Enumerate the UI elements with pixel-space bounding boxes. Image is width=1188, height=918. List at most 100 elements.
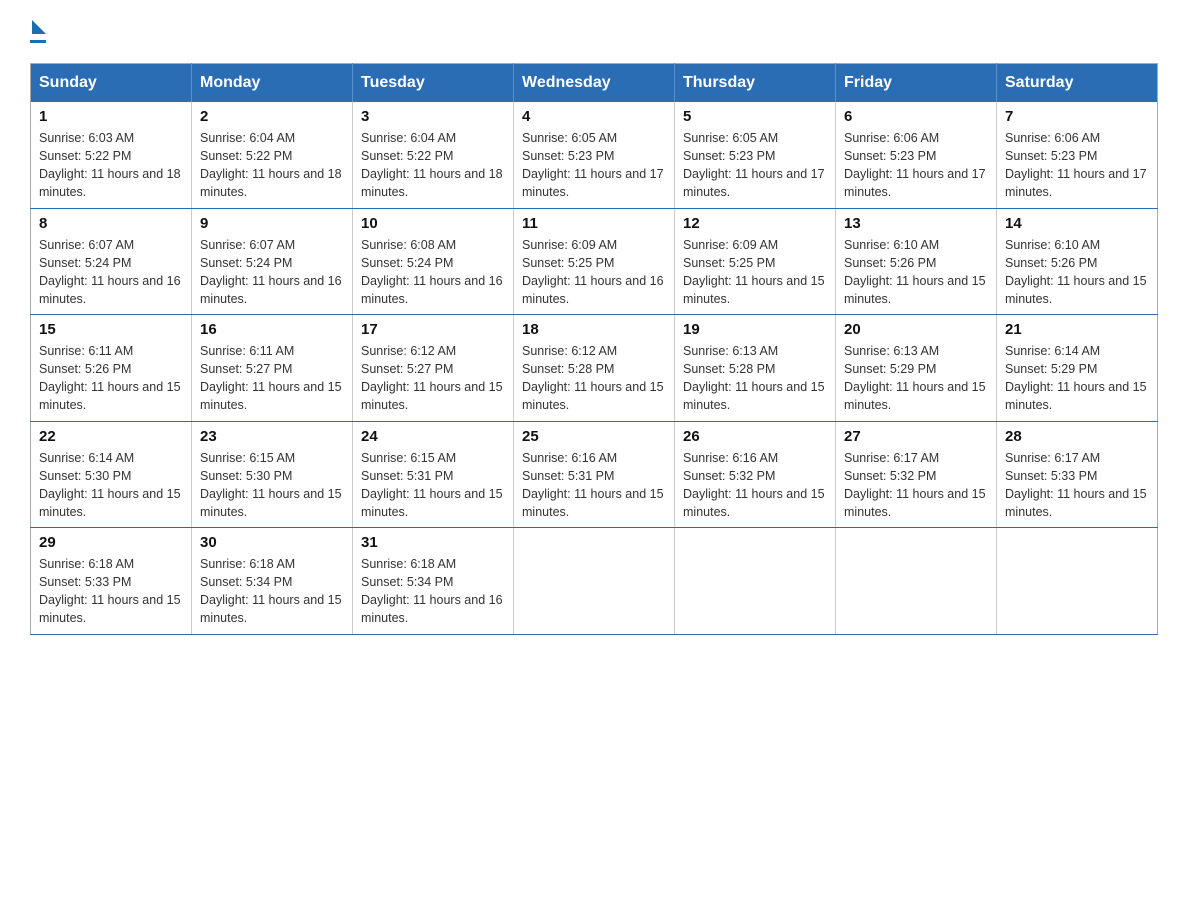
weekday-header-thursday: Thursday bbox=[675, 64, 836, 103]
calendar-table: SundayMondayTuesdayWednesdayThursdayFrid… bbox=[30, 63, 1158, 635]
day-number: 15 bbox=[39, 321, 183, 338]
day-info: Sunrise: 6:10 AMSunset: 5:26 PMDaylight:… bbox=[1005, 236, 1149, 309]
weekday-header-friday: Friday bbox=[836, 64, 997, 103]
day-info: Sunrise: 6:14 AMSunset: 5:30 PMDaylight:… bbox=[39, 449, 183, 522]
day-number: 23 bbox=[200, 428, 344, 445]
calendar-week-1: 1 Sunrise: 6:03 AMSunset: 5:22 PMDayligh… bbox=[31, 102, 1158, 208]
calendar-cell bbox=[997, 528, 1158, 635]
calendar-cell: 8 Sunrise: 6:07 AMSunset: 5:24 PMDayligh… bbox=[31, 208, 192, 315]
day-number: 8 bbox=[39, 215, 183, 232]
day-info: Sunrise: 6:07 AMSunset: 5:24 PMDaylight:… bbox=[39, 236, 183, 309]
day-info: Sunrise: 6:12 AMSunset: 5:27 PMDaylight:… bbox=[361, 342, 505, 415]
day-info: Sunrise: 6:04 AMSunset: 5:22 PMDaylight:… bbox=[361, 129, 505, 202]
calendar-cell: 9 Sunrise: 6:07 AMSunset: 5:24 PMDayligh… bbox=[192, 208, 353, 315]
day-number: 17 bbox=[361, 321, 505, 338]
page-header bbox=[30, 20, 1158, 43]
day-info: Sunrise: 6:12 AMSunset: 5:28 PMDaylight:… bbox=[522, 342, 666, 415]
day-info: Sunrise: 6:18 AMSunset: 5:34 PMDaylight:… bbox=[361, 555, 505, 628]
calendar-cell: 29 Sunrise: 6:18 AMSunset: 5:33 PMDaylig… bbox=[31, 528, 192, 635]
day-info: Sunrise: 6:05 AMSunset: 5:23 PMDaylight:… bbox=[683, 129, 827, 202]
day-info: Sunrise: 6:14 AMSunset: 5:29 PMDaylight:… bbox=[1005, 342, 1149, 415]
day-number: 1 bbox=[39, 108, 183, 125]
day-info: Sunrise: 6:17 AMSunset: 5:32 PMDaylight:… bbox=[844, 449, 988, 522]
day-number: 13 bbox=[844, 215, 988, 232]
calendar-cell: 22 Sunrise: 6:14 AMSunset: 5:30 PMDaylig… bbox=[31, 421, 192, 528]
calendar-week-3: 15 Sunrise: 6:11 AMSunset: 5:26 PMDaylig… bbox=[31, 315, 1158, 422]
day-number: 2 bbox=[200, 108, 344, 125]
day-info: Sunrise: 6:03 AMSunset: 5:22 PMDaylight:… bbox=[39, 129, 183, 202]
day-info: Sunrise: 6:06 AMSunset: 5:23 PMDaylight:… bbox=[1005, 129, 1149, 202]
calendar-cell: 19 Sunrise: 6:13 AMSunset: 5:28 PMDaylig… bbox=[675, 315, 836, 422]
day-info: Sunrise: 6:18 AMSunset: 5:33 PMDaylight:… bbox=[39, 555, 183, 628]
calendar-cell: 24 Sunrise: 6:15 AMSunset: 5:31 PMDaylig… bbox=[353, 421, 514, 528]
calendar-cell: 12 Sunrise: 6:09 AMSunset: 5:25 PMDaylig… bbox=[675, 208, 836, 315]
calendar-cell: 31 Sunrise: 6:18 AMSunset: 5:34 PMDaylig… bbox=[353, 528, 514, 635]
calendar-cell: 6 Sunrise: 6:06 AMSunset: 5:23 PMDayligh… bbox=[836, 102, 997, 208]
calendar-cell: 13 Sunrise: 6:10 AMSunset: 5:26 PMDaylig… bbox=[836, 208, 997, 315]
day-number: 26 bbox=[683, 428, 827, 445]
day-number: 5 bbox=[683, 108, 827, 125]
day-number: 24 bbox=[361, 428, 505, 445]
calendar-cell: 14 Sunrise: 6:10 AMSunset: 5:26 PMDaylig… bbox=[997, 208, 1158, 315]
calendar-cell: 27 Sunrise: 6:17 AMSunset: 5:32 PMDaylig… bbox=[836, 421, 997, 528]
day-info: Sunrise: 6:11 AMSunset: 5:26 PMDaylight:… bbox=[39, 342, 183, 415]
day-number: 25 bbox=[522, 428, 666, 445]
calendar-cell: 7 Sunrise: 6:06 AMSunset: 5:23 PMDayligh… bbox=[997, 102, 1158, 208]
calendar-week-5: 29 Sunrise: 6:18 AMSunset: 5:33 PMDaylig… bbox=[31, 528, 1158, 635]
calendar-week-4: 22 Sunrise: 6:14 AMSunset: 5:30 PMDaylig… bbox=[31, 421, 1158, 528]
day-info: Sunrise: 6:05 AMSunset: 5:23 PMDaylight:… bbox=[522, 129, 666, 202]
day-info: Sunrise: 6:13 AMSunset: 5:29 PMDaylight:… bbox=[844, 342, 988, 415]
calendar-cell bbox=[514, 528, 675, 635]
day-info: Sunrise: 6:07 AMSunset: 5:24 PMDaylight:… bbox=[200, 236, 344, 309]
day-number: 27 bbox=[844, 428, 988, 445]
day-number: 6 bbox=[844, 108, 988, 125]
day-info: Sunrise: 6:15 AMSunset: 5:31 PMDaylight:… bbox=[361, 449, 505, 522]
calendar-cell: 26 Sunrise: 6:16 AMSunset: 5:32 PMDaylig… bbox=[675, 421, 836, 528]
day-info: Sunrise: 6:06 AMSunset: 5:23 PMDaylight:… bbox=[844, 129, 988, 202]
calendar-cell: 25 Sunrise: 6:16 AMSunset: 5:31 PMDaylig… bbox=[514, 421, 675, 528]
calendar-cell: 5 Sunrise: 6:05 AMSunset: 5:23 PMDayligh… bbox=[675, 102, 836, 208]
calendar-cell: 21 Sunrise: 6:14 AMSunset: 5:29 PMDaylig… bbox=[997, 315, 1158, 422]
weekday-header-wednesday: Wednesday bbox=[514, 64, 675, 103]
day-info: Sunrise: 6:09 AMSunset: 5:25 PMDaylight:… bbox=[522, 236, 666, 309]
weekday-header-row: SundayMondayTuesdayWednesdayThursdayFrid… bbox=[31, 64, 1158, 103]
day-info: Sunrise: 6:10 AMSunset: 5:26 PMDaylight:… bbox=[844, 236, 988, 309]
calendar-cell: 28 Sunrise: 6:17 AMSunset: 5:33 PMDaylig… bbox=[997, 421, 1158, 528]
calendar-cell: 30 Sunrise: 6:18 AMSunset: 5:34 PMDaylig… bbox=[192, 528, 353, 635]
weekday-header-sunday: Sunday bbox=[31, 64, 192, 103]
day-number: 21 bbox=[1005, 321, 1149, 338]
weekday-header-monday: Monday bbox=[192, 64, 353, 103]
calendar-cell: 4 Sunrise: 6:05 AMSunset: 5:23 PMDayligh… bbox=[514, 102, 675, 208]
day-number: 12 bbox=[683, 215, 827, 232]
day-number: 30 bbox=[200, 534, 344, 551]
day-number: 9 bbox=[200, 215, 344, 232]
calendar-cell: 15 Sunrise: 6:11 AMSunset: 5:26 PMDaylig… bbox=[31, 315, 192, 422]
calendar-cell bbox=[675, 528, 836, 635]
day-number: 29 bbox=[39, 534, 183, 551]
day-number: 18 bbox=[522, 321, 666, 338]
day-number: 10 bbox=[361, 215, 505, 232]
calendar-week-2: 8 Sunrise: 6:07 AMSunset: 5:24 PMDayligh… bbox=[31, 208, 1158, 315]
calendar-cell: 1 Sunrise: 6:03 AMSunset: 5:22 PMDayligh… bbox=[31, 102, 192, 208]
logo bbox=[30, 20, 46, 43]
day-number: 19 bbox=[683, 321, 827, 338]
calendar-cell: 18 Sunrise: 6:12 AMSunset: 5:28 PMDaylig… bbox=[514, 315, 675, 422]
calendar-cell bbox=[836, 528, 997, 635]
calendar-cell: 17 Sunrise: 6:12 AMSunset: 5:27 PMDaylig… bbox=[353, 315, 514, 422]
logo-underline bbox=[30, 40, 46, 43]
calendar-cell: 16 Sunrise: 6:11 AMSunset: 5:27 PMDaylig… bbox=[192, 315, 353, 422]
day-info: Sunrise: 6:13 AMSunset: 5:28 PMDaylight:… bbox=[683, 342, 827, 415]
day-number: 14 bbox=[1005, 215, 1149, 232]
day-info: Sunrise: 6:15 AMSunset: 5:30 PMDaylight:… bbox=[200, 449, 344, 522]
calendar-cell: 2 Sunrise: 6:04 AMSunset: 5:22 PMDayligh… bbox=[192, 102, 353, 208]
day-info: Sunrise: 6:17 AMSunset: 5:33 PMDaylight:… bbox=[1005, 449, 1149, 522]
calendar-cell: 23 Sunrise: 6:15 AMSunset: 5:30 PMDaylig… bbox=[192, 421, 353, 528]
calendar-cell: 11 Sunrise: 6:09 AMSunset: 5:25 PMDaylig… bbox=[514, 208, 675, 315]
day-number: 3 bbox=[361, 108, 505, 125]
day-number: 16 bbox=[200, 321, 344, 338]
day-info: Sunrise: 6:08 AMSunset: 5:24 PMDaylight:… bbox=[361, 236, 505, 309]
day-info: Sunrise: 6:16 AMSunset: 5:32 PMDaylight:… bbox=[683, 449, 827, 522]
weekday-header-tuesday: Tuesday bbox=[353, 64, 514, 103]
day-info: Sunrise: 6:04 AMSunset: 5:22 PMDaylight:… bbox=[200, 129, 344, 202]
day-number: 11 bbox=[522, 215, 666, 232]
